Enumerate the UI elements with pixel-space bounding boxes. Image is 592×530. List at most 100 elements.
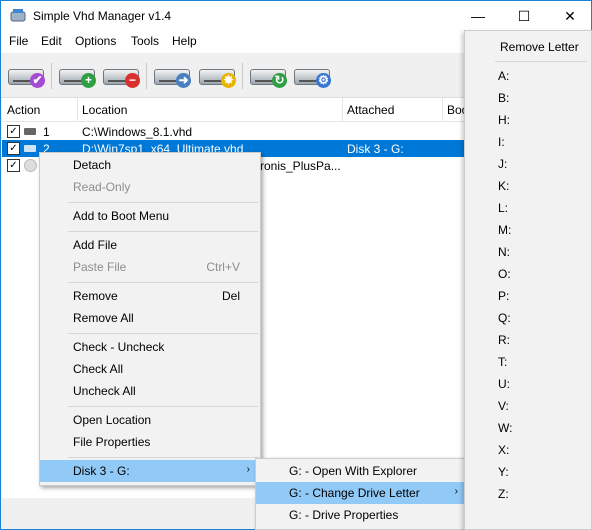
toolbar-separator <box>146 63 147 89</box>
menu-open-explorer[interactable]: G: - Open With Explorer <box>256 460 468 482</box>
letter-item[interactable]: R: <box>498 333 510 347</box>
menu-shortcut: Del <box>221 289 240 303</box>
column-divider[interactable] <box>342 98 343 121</box>
letter-item[interactable]: L: <box>498 201 508 215</box>
attach-button[interactable]: ✔ <box>6 61 46 89</box>
properties-button[interactable]: ✸ <box>197 61 237 89</box>
row-location: C:\Windows_8.1.vhd <box>82 125 193 139</box>
column-attached[interactable]: Attached <box>347 103 394 117</box>
menu-remove-all[interactable]: Remove All <box>40 307 260 329</box>
menu-label: Read-Only <box>73 180 131 194</box>
column-divider[interactable] <box>442 98 443 121</box>
menu-label: Check All <box>73 362 124 376</box>
letter-item[interactable]: M: <box>498 223 511 237</box>
menu-label: G: - Drive Properties <box>289 508 399 522</box>
letter-item[interactable]: N: <box>498 245 510 259</box>
menu-label: Disk 3 - G: <box>73 464 130 478</box>
menu-label: Add to Boot Menu <box>73 209 170 223</box>
arrow-icon: ➜ <box>176 73 191 88</box>
menu-add-file[interactable]: Add File <box>40 234 260 256</box>
chevron-right-icon: › <box>246 464 250 475</box>
minimize-button[interactable]: — <box>455 1 501 31</box>
letter-item[interactable]: I: <box>498 135 505 149</box>
letter-item[interactable]: T: <box>498 355 507 369</box>
row-checkbox[interactable]: ✓ <box>7 125 20 138</box>
remove-letter-item[interactable]: Remove Letter <box>500 40 579 54</box>
menu-drive-properties[interactable]: G: - Drive Properties <box>256 504 468 526</box>
menu-uncheck-all[interactable]: Uncheck All <box>40 380 260 402</box>
menu-label: Check - Uncheck <box>73 340 165 354</box>
letter-item[interactable]: K: <box>498 179 509 193</box>
column-action[interactable]: Action <box>7 103 40 117</box>
letter-item[interactable]: A: <box>498 69 509 83</box>
add-button[interactable]: + <box>57 61 97 89</box>
letter-item[interactable]: O: <box>498 267 511 281</box>
menu-remove[interactable]: Remove Del <box>40 285 260 307</box>
menu-label: Remove All <box>73 311 134 325</box>
maximize-button[interactable]: ☐ <box>501 1 547 31</box>
row-checkbox[interactable]: ✓ <box>7 142 20 155</box>
menu-check-uncheck[interactable]: Check - Uncheck <box>40 336 260 358</box>
menu-file[interactable]: File <box>9 34 28 48</box>
menu-disk-submenu[interactable]: Disk 3 - G: › <box>40 460 260 482</box>
check-icon: ✔ <box>30 73 45 88</box>
gear-icon: ⚙ <box>316 73 331 88</box>
menu-label: Detach <box>73 158 112 172</box>
menu-detach[interactable]: Detach <box>40 154 260 176</box>
letter-item[interactable]: P: <box>498 289 509 303</box>
menu-separator <box>68 333 258 334</box>
disc-icon <box>24 159 37 172</box>
refresh-button[interactable]: ↻ <box>248 61 288 89</box>
drive-icon <box>24 128 36 135</box>
letter-item[interactable]: B: <box>498 91 509 105</box>
letter-item[interactable]: H: <box>498 113 510 127</box>
letter-item[interactable]: Z: <box>498 487 509 501</box>
column-location[interactable]: Location <box>82 103 127 117</box>
menu-tools[interactable]: Tools <box>131 34 159 48</box>
menu-separator <box>68 231 258 232</box>
menu-label: File Properties <box>73 435 151 449</box>
plus-icon: + <box>81 73 96 88</box>
menu-label: G: - Open With Explorer <box>289 464 418 478</box>
disk-submenu: G: - Open With Explorer G: - Change Driv… <box>255 458 469 530</box>
menu-separator <box>68 457 258 458</box>
table-row[interactable]: ✓ 1 C:\Windows_8.1.vhd <box>2 123 472 140</box>
menu-label: Uncheck All <box>73 384 136 398</box>
menu-help[interactable]: Help <box>172 34 197 48</box>
letter-item[interactable]: V: <box>498 399 509 413</box>
settings-button[interactable]: ⚙ <box>292 61 332 89</box>
letter-item[interactable]: X: <box>498 443 509 457</box>
menu-shortcut: Ctrl+V <box>206 260 240 274</box>
letter-item[interactable]: Q: <box>498 311 511 325</box>
letter-item[interactable]: W: <box>498 421 512 435</box>
menu-label: Paste File <box>73 260 127 274</box>
drive-icon <box>24 145 36 152</box>
menu-edit[interactable]: Edit <box>41 34 62 48</box>
menu-label: Open Location <box>73 413 152 427</box>
menu-open-location[interactable]: Open Location <box>40 409 260 431</box>
menu-label: Remove <box>73 289 118 303</box>
menu-check-all[interactable]: Check All <box>40 358 260 380</box>
row-location: ronis_PlusPa... <box>260 159 341 173</box>
drive-letter-menu: Remove Letter A: B: H: I: J: K: L: M: N:… <box>464 30 592 530</box>
close-button[interactable]: ✕ <box>547 1 592 31</box>
remove-button[interactable]: − <box>101 61 141 89</box>
menu-add-boot[interactable]: Add to Boot Menu <box>40 205 260 227</box>
row-attached: Disk 3 - G: <box>347 142 404 156</box>
open-location-button[interactable]: ➜ <box>152 61 192 89</box>
app-disk-icon <box>10 9 26 22</box>
menu-file-properties[interactable]: File Properties <box>40 431 260 453</box>
letter-item[interactable]: J: <box>498 157 507 171</box>
letter-item[interactable]: Y: <box>498 465 509 479</box>
toolbar-separator <box>242 63 243 89</box>
minus-icon: − <box>125 73 140 88</box>
title-bar[interactable]: Simple Vhd Manager v1.4 — ☐ ✕ <box>1 1 591 31</box>
toolbar-separator <box>51 63 52 89</box>
menu-change-drive-letter[interactable]: G: - Change Drive Letter › <box>256 482 468 504</box>
menu-options[interactable]: Options <box>75 34 116 48</box>
letter-item[interactable]: U: <box>498 377 510 391</box>
context-menu: Detach Read-Only Add to Boot Menu Add Fi… <box>39 152 261 486</box>
row-checkbox[interactable]: ✓ <box>7 159 20 172</box>
menu-label: G: - Change Drive Letter <box>289 486 420 500</box>
column-divider[interactable] <box>77 98 78 121</box>
